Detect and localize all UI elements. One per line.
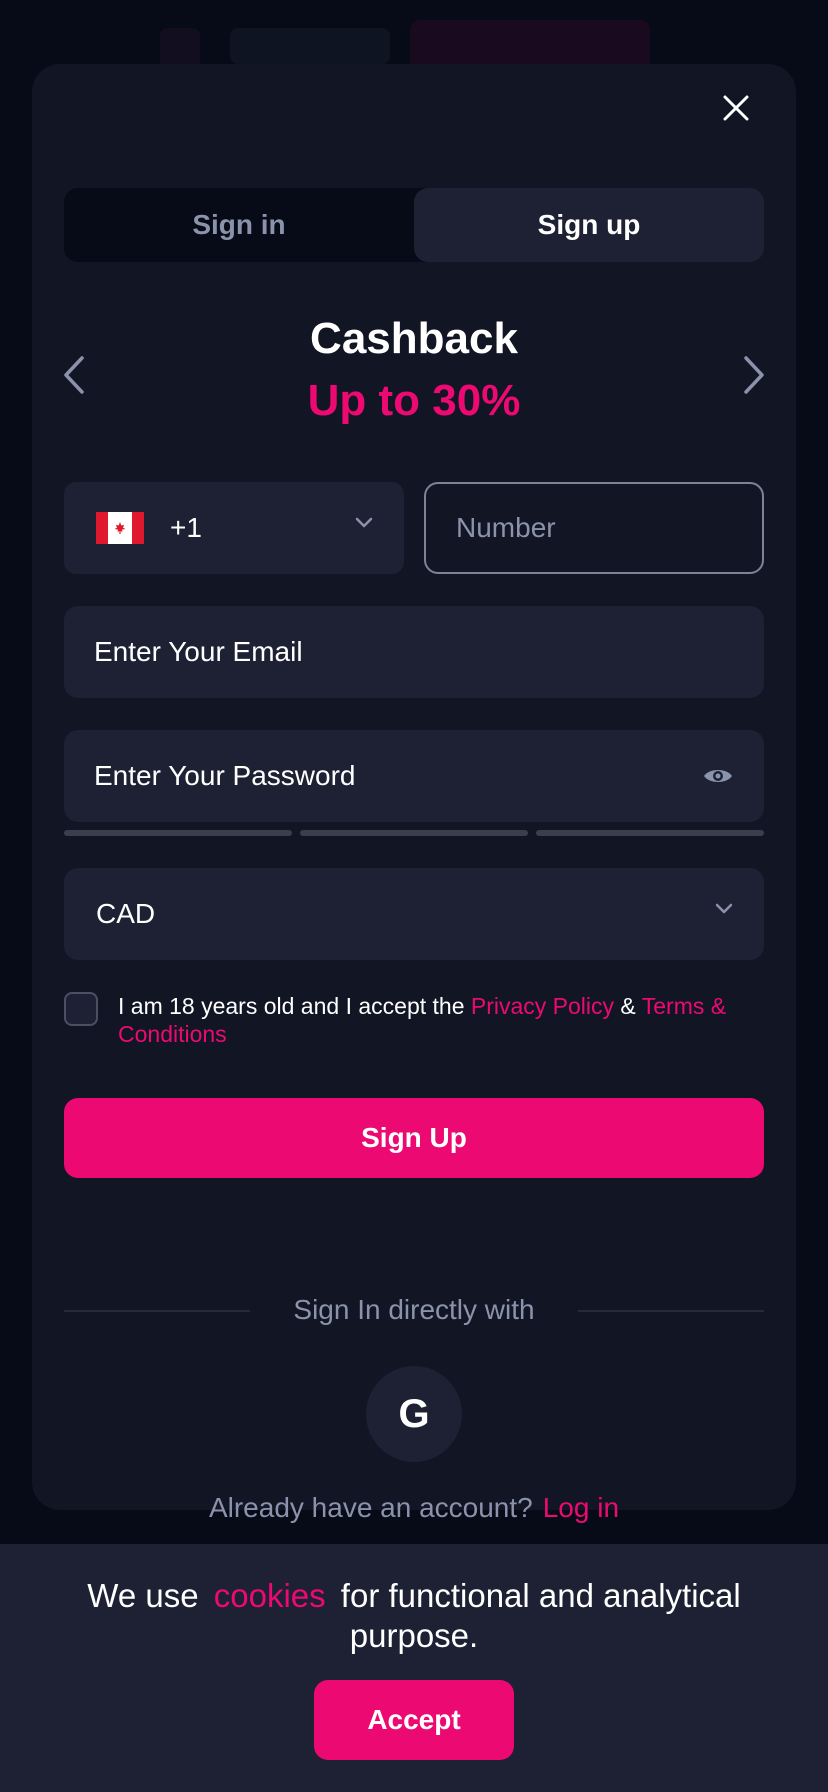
background-element <box>230 28 390 64</box>
terms-prefix: I am 18 years old and I accept the <box>118 993 471 1019</box>
terms-ampersand: & <box>614 993 642 1019</box>
terms-checkbox[interactable] <box>64 992 98 1026</box>
password-field <box>64 730 764 822</box>
currency-value: CAD <box>96 898 156 929</box>
phone-number-field <box>424 482 764 574</box>
phone-row: +1 <box>64 482 764 574</box>
promo-title: Cashback <box>310 314 518 363</box>
eye-icon[interactable] <box>702 760 734 792</box>
email-input[interactable] <box>64 606 764 698</box>
password-input[interactable] <box>64 730 764 822</box>
background-element <box>160 28 200 68</box>
strength-segment <box>536 830 764 836</box>
sign-up-button[interactable]: Sign Up <box>64 1098 764 1178</box>
auth-modal: Sign in Sign up Cashback Up to 30% +1 Nu… <box>32 64 796 1523</box>
chevron-right-icon[interactable] <box>736 350 772 400</box>
login-prompt-row: Already have an account? Log in <box>64 1492 764 1524</box>
country-code-select[interactable]: +1 <box>64 482 404 574</box>
background-element <box>410 20 650 70</box>
log-in-link[interactable]: Log in <box>543 1492 619 1523</box>
tab-sign-in[interactable]: Sign in <box>64 188 414 262</box>
social-divider: Sign In directly with <box>64 1290 764 1330</box>
strength-segment <box>300 830 528 836</box>
chevron-down-icon <box>714 902 734 921</box>
password-strength-meter <box>64 830 764 836</box>
canada-flag-icon <box>96 512 144 544</box>
login-prompt: Already have an account? <box>208 1492 533 1523</box>
cookies-link[interactable]: cookies <box>214 1577 326 1614</box>
accept-cookies-button[interactable]: Accept <box>314 1680 514 1760</box>
cookie-prefix: We use <box>87 1577 199 1614</box>
google-icon: G <box>398 1391 430 1436</box>
strength-segment <box>64 830 292 836</box>
promo-subtitle: Up to 30% <box>307 376 521 425</box>
close-icon[interactable] <box>716 88 756 128</box>
phone-number-input[interactable] <box>426 484 762 572</box>
cookie-banner: We use cookies for functional and analyt… <box>0 1544 828 1792</box>
currency-select[interactable]: CAD <box>64 868 764 960</box>
privacy-policy-link[interactable]: Privacy Policy <box>471 993 614 1019</box>
divider-line <box>578 1310 764 1312</box>
terms-text: I am 18 years old and I accept the Priva… <box>118 992 764 1048</box>
promo-carousel: Cashback Up to 30% <box>64 314 764 434</box>
cookie-text: We use cookies for functional and analyt… <box>40 1576 788 1656</box>
auth-tabs: Sign in Sign up <box>64 188 764 262</box>
country-code: +1 <box>170 512 202 543</box>
cookie-suffix: for functional and analytical purpose. <box>340 1577 741 1654</box>
google-signin-button[interactable]: G <box>366 1366 462 1462</box>
tab-sign-up[interactable]: Sign up <box>414 188 764 262</box>
email-field <box>64 606 764 698</box>
chevron-down-icon <box>354 516 374 535</box>
